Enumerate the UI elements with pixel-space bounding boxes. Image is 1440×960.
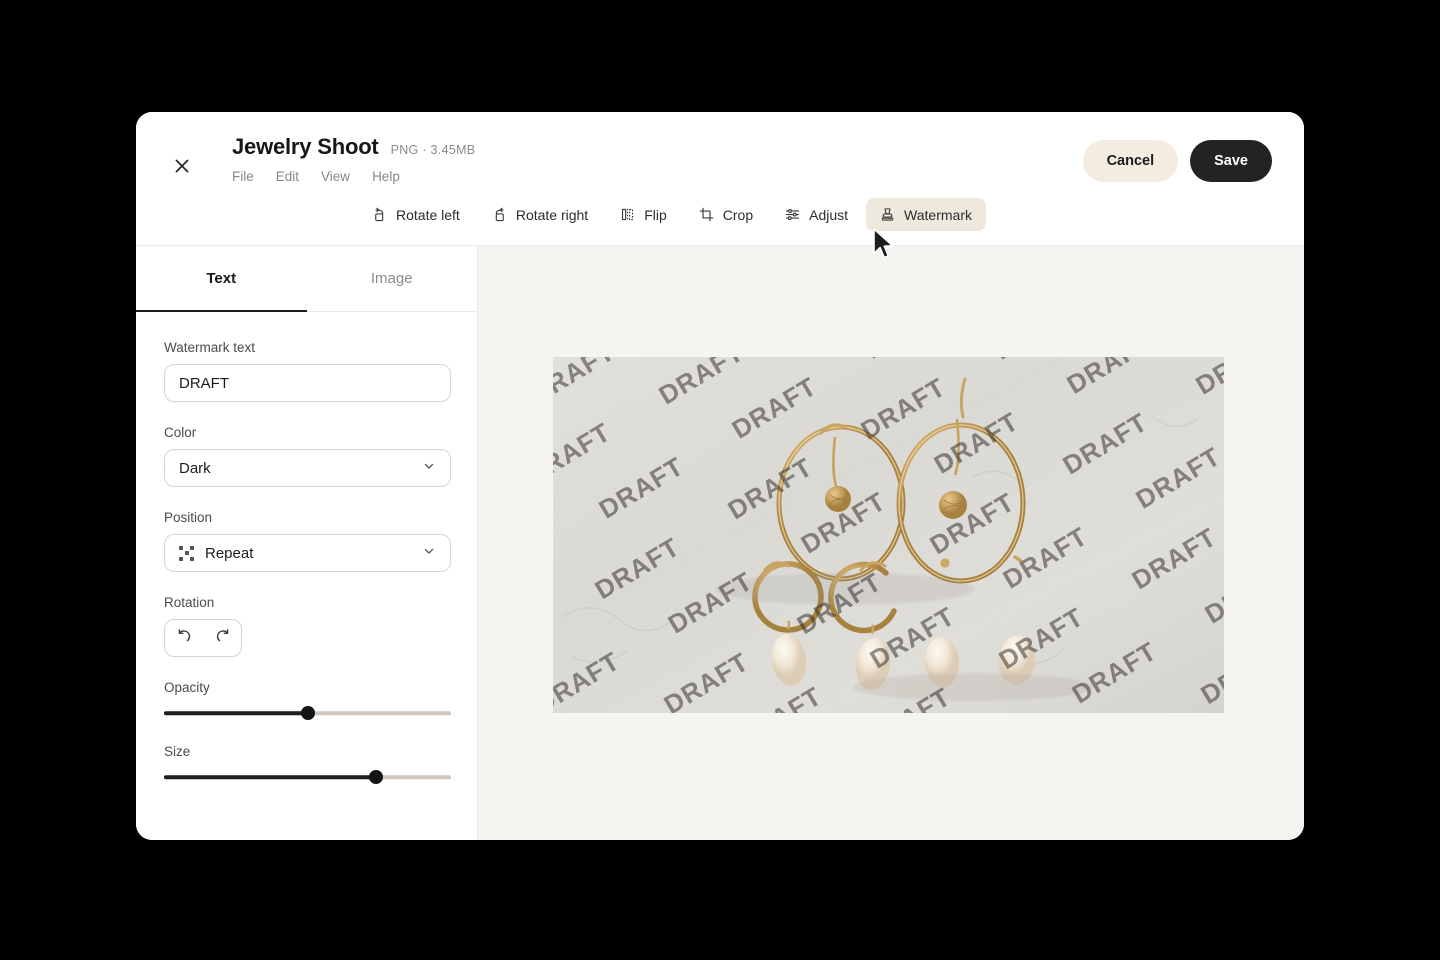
- position-label: Position: [164, 510, 213, 525]
- field-size: Size: [164, 744, 451, 786]
- size-label: Size: [164, 744, 191, 759]
- rotate-right-icon: [492, 207, 507, 222]
- watermark-text-label: Watermark text: [164, 340, 256, 355]
- tool-flip[interactable]: Flip: [606, 198, 681, 231]
- tab-image[interactable]: Image: [307, 246, 478, 311]
- close-button[interactable]: [168, 152, 196, 180]
- tool-crop[interactable]: Crop: [685, 198, 767, 231]
- window-body: Text Image Watermark text Color Dark: [136, 246, 1304, 840]
- menu-item-file[interactable]: File: [232, 169, 254, 184]
- position-select-value: Repeat: [205, 544, 254, 562]
- rotation-button-group: [164, 619, 242, 657]
- tab-text[interactable]: Text: [136, 246, 307, 312]
- tool-label: Rotate right: [515, 206, 589, 223]
- adjust-icon: [785, 207, 800, 222]
- size-slider-thumb[interactable]: [369, 770, 384, 784]
- tool-adjust[interactable]: Adjust: [771, 198, 862, 231]
- tool-label: Watermark: [904, 206, 972, 223]
- flip-icon: [620, 207, 635, 222]
- color-select-value: Dark: [179, 459, 211, 477]
- edit-toolbar: Rotate left Rotate right Flip Crop Adjus…: [358, 198, 986, 231]
- chevron-down-icon: [422, 544, 436, 562]
- size-slider[interactable]: [164, 768, 451, 786]
- jewelry-photo: [553, 357, 1224, 713]
- menubar: File Edit View Help: [232, 169, 475, 184]
- cancel-button[interactable]: Cancel: [1082, 140, 1179, 182]
- rotate-counterclockwise-icon: [176, 628, 193, 648]
- rotate-left-icon: [372, 207, 387, 222]
- tool-label: Crop: [722, 206, 754, 223]
- tool-label: Flip: [644, 206, 667, 223]
- menu-item-edit[interactable]: Edit: [276, 169, 299, 184]
- field-color: Color Dark: [164, 425, 451, 487]
- position-select[interactable]: Repeat: [164, 534, 451, 572]
- rotate-counterclockwise-button[interactable]: [165, 620, 203, 656]
- watermark-sidebar: Text Image Watermark text Color Dark: [136, 246, 478, 840]
- menu-item-view[interactable]: View: [321, 169, 350, 184]
- field-rotation: Rotation: [164, 595, 449, 657]
- close-icon: [172, 156, 192, 176]
- menu-item-help[interactable]: Help: [372, 169, 400, 184]
- repeat-pattern-icon: [179, 545, 194, 561]
- size-slider-fill: [164, 775, 377, 779]
- watermark-text-input[interactable]: [164, 364, 451, 402]
- tool-rotate-right[interactable]: Rotate right: [478, 198, 602, 231]
- opacity-slider-fill: [164, 711, 308, 715]
- window-header: Jewelry Shoot PNG · 3.45MB File Edit Vie…: [136, 112, 1304, 246]
- opacity-label: Opacity: [164, 680, 210, 695]
- field-watermark-text: Watermark text: [164, 340, 451, 402]
- rotate-clockwise-icon: [214, 628, 231, 648]
- title-block: Jewelry Shoot PNG · 3.45MB File Edit Vie…: [232, 134, 475, 184]
- image-preview[interactable]: DRAFT DRAFT DRAFT DRAFT DRAFT DRAFT DRAFT DRAFT…: [553, 357, 1224, 713]
- field-position: Position Repeat: [164, 510, 451, 572]
- opacity-slider[interactable]: [164, 704, 451, 722]
- tool-watermark[interactable]: Watermark: [866, 198, 986, 231]
- rotation-label: Rotation: [164, 595, 215, 610]
- tool-label: Rotate left: [396, 206, 460, 223]
- editor-window: Jewelry Shoot PNG · 3.45MB File Edit Vie…: [136, 112, 1304, 840]
- color-select[interactable]: Dark: [164, 449, 451, 487]
- save-button[interactable]: Save: [1190, 140, 1272, 182]
- tool-rotate-left[interactable]: Rotate left: [358, 198, 474, 231]
- file-meta: PNG · 3.45MB: [390, 143, 476, 157]
- color-label: Color: [164, 425, 197, 440]
- stamp-icon: [880, 207, 895, 222]
- page-title: Jewelry Shoot: [232, 134, 379, 159]
- header-actions: Cancel Save: [1082, 140, 1272, 182]
- chevron-down-icon: [422, 459, 436, 477]
- tool-label: Adjust: [809, 206, 849, 223]
- panel-tabs: Text Image: [136, 246, 477, 312]
- crop-icon: [699, 207, 714, 222]
- rotate-clockwise-button[interactable]: [203, 620, 241, 656]
- watermark-controls: Watermark text Color Dark: [136, 312, 477, 808]
- opacity-slider-thumb[interactable]: [300, 706, 315, 720]
- image-canvas: DRAFT DRAFT DRAFT DRAFT DRAFT DRAFT DRAFT DRAFT…: [478, 246, 1304, 840]
- field-opacity: Opacity: [164, 680, 451, 722]
